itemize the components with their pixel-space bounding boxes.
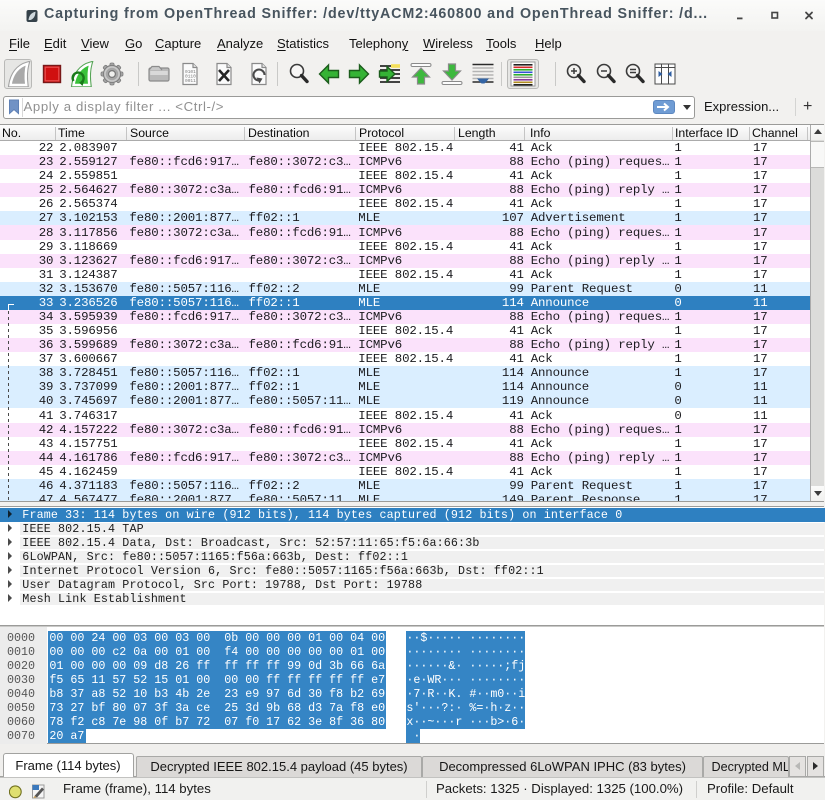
svg-text:0011: 0011 xyxy=(185,78,196,84)
